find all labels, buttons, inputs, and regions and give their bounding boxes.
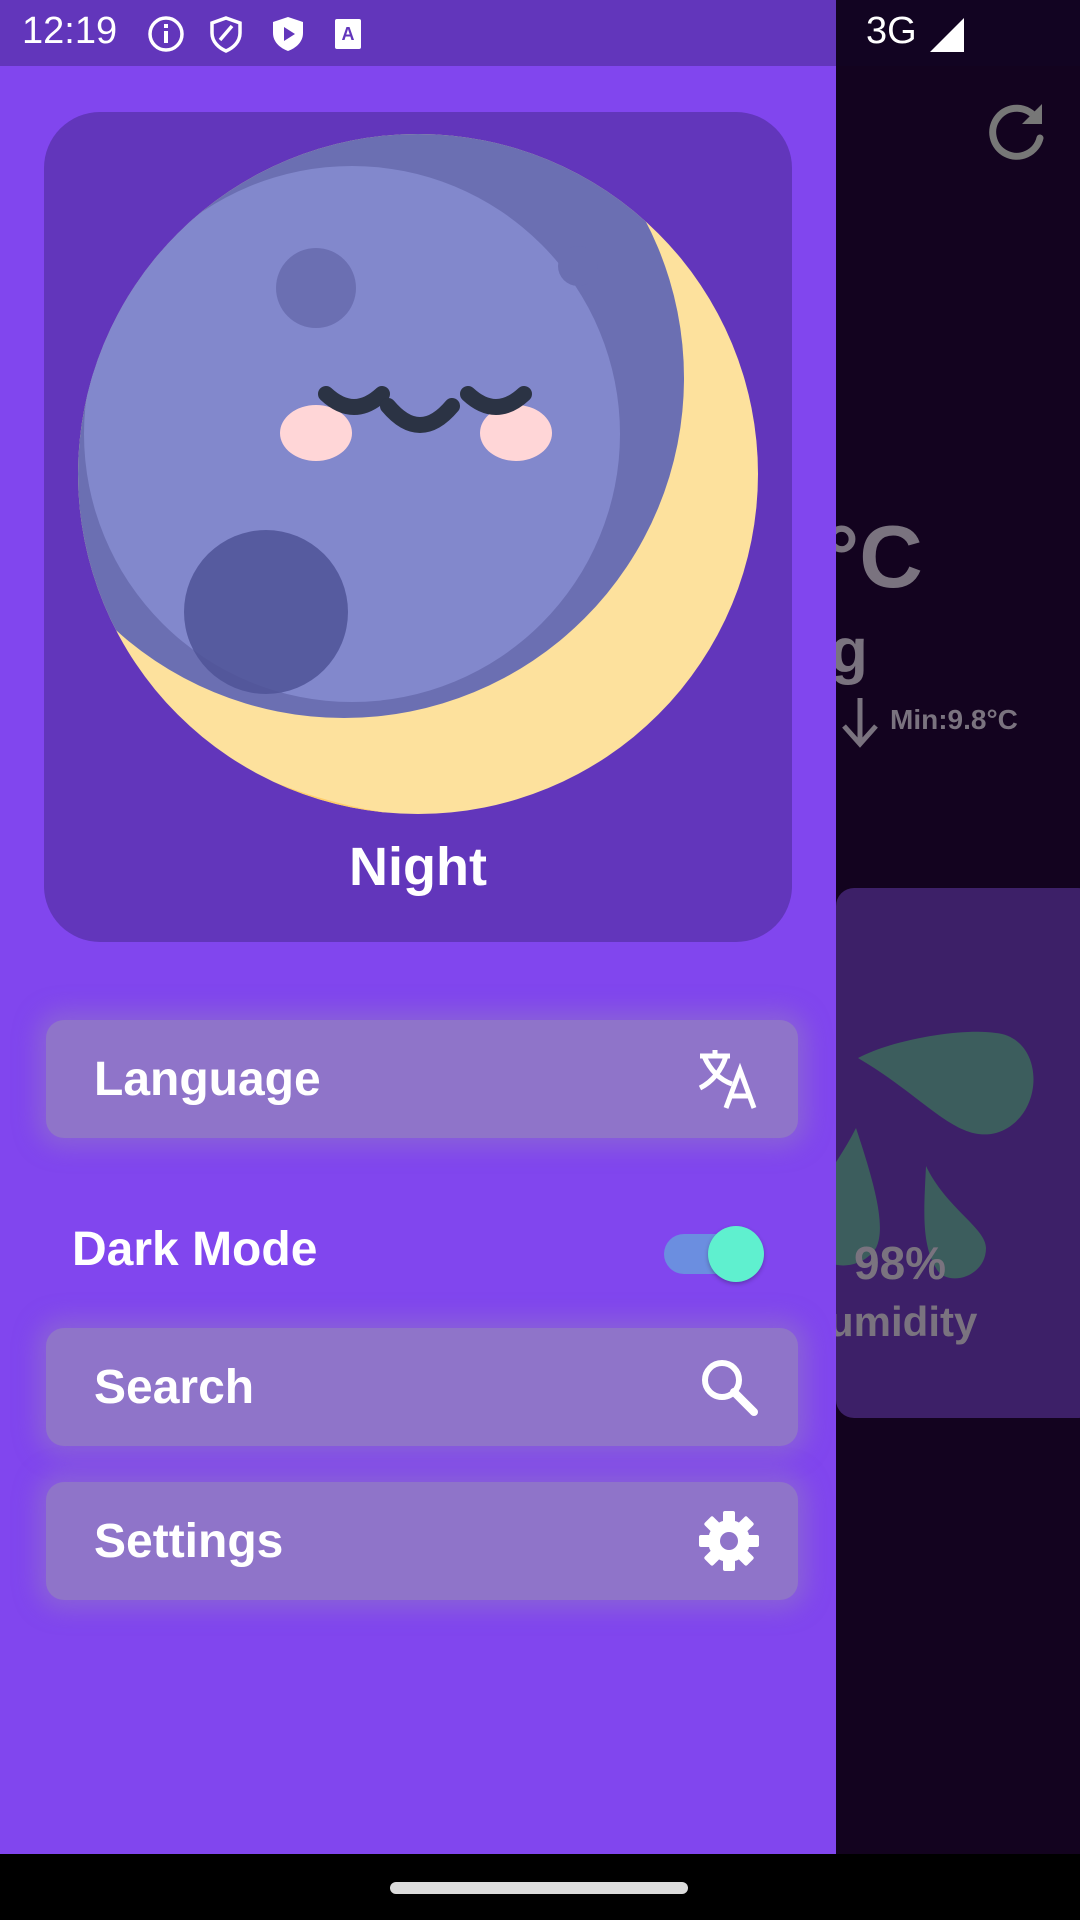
search-icon (702, 1360, 758, 1416)
a-icon: A (335, 19, 361, 49)
time-of-day-card: Night (44, 112, 792, 942)
status-time: 12:19 (22, 10, 118, 52)
dark-mode-label: Dark Mode (72, 1223, 318, 1276)
translate-icon (698, 1050, 757, 1109)
weather-condition: g (836, 617, 868, 686)
menu-item-language[interactable]: Language (46, 1020, 798, 1138)
home-gesture-handle[interactable] (390, 1882, 688, 1894)
status-bar: 12:19 A 3G (0, 0, 1080, 66)
menu-item-label: Language (94, 1053, 321, 1106)
network-type: 3G (866, 10, 917, 52)
system-navigation-bar (0, 1854, 1080, 1920)
menu-item-search[interactable]: Search (46, 1328, 798, 1446)
menu-item-label: Settings (94, 1515, 284, 1568)
humidity-label: umidity (836, 1298, 978, 1345)
arrow-down-icon (842, 698, 878, 748)
shield-icon (210, 16, 242, 53)
refresh-icon[interactable] (984, 98, 1050, 164)
gear-icon (699, 1511, 759, 1571)
menu-item-label: Search (94, 1361, 255, 1414)
svg-text:A: A (342, 24, 355, 44)
info-icon (148, 16, 184, 52)
dark-mode-row[interactable]: Dark Mode (0, 1186, 836, 1306)
time-of-day-title: Night (349, 837, 487, 897)
menu-item-settings[interactable]: Settings (46, 1482, 798, 1600)
signal-icon (930, 18, 964, 52)
dark-mode-toggle-thumb[interactable] (708, 1226, 764, 1282)
background-weather-screen: °C g Min:9.8°C 98% umidity (836, 66, 1080, 1854)
status-bar-drawer-section (0, 0, 836, 66)
sleeping-moon-illustration (78, 134, 758, 814)
humidity-value: 98% (854, 1237, 947, 1289)
navigation-drawer: Night Language Dark Mode Search Settings (0, 66, 836, 1854)
play-shield-icon (273, 17, 303, 51)
min-temperature: Min:9.8°C (890, 704, 1018, 735)
temperature-value: °C (836, 507, 923, 606)
